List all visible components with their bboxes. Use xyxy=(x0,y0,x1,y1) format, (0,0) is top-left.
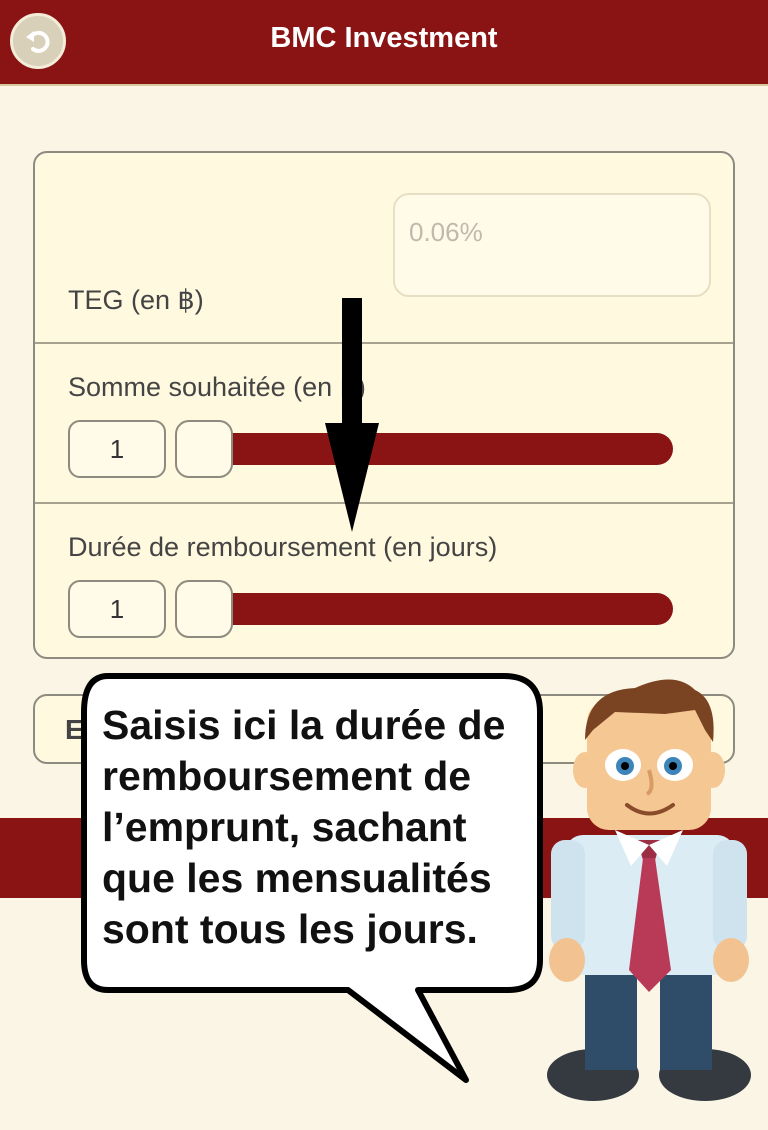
amount-slider-thumb[interactable] xyxy=(175,420,233,478)
duration-input[interactable]: 1 xyxy=(68,580,166,638)
app-header: BMC Investment xyxy=(0,0,768,86)
teg-field[interactable]: 0.06% xyxy=(393,193,711,297)
teg-row: 0.06% TEG (en ฿) xyxy=(35,153,733,344)
mascot-businessman xyxy=(547,679,751,1101)
app-title: BMC Investment xyxy=(270,22,498,54)
loan-form-card: 0.06% TEG (en ฿) Somme souhaitée (en ฿) … xyxy=(33,151,735,659)
duration-slider-thumb[interactable] xyxy=(175,580,233,638)
amount-slider-track[interactable] xyxy=(205,433,673,465)
teg-label: TEG (en ฿) xyxy=(68,285,204,315)
duration-label: Durée de remboursement (en jours) xyxy=(68,532,498,562)
tutorial-text: Saisis ici la durée de remboursement de … xyxy=(102,702,506,952)
duration-row: Durée de remboursement (en jours) 1 xyxy=(35,504,733,657)
duration-slider-track[interactable] xyxy=(205,593,673,625)
down-arrow-icon xyxy=(325,298,379,532)
amount-input[interactable]: 1 xyxy=(68,420,166,478)
amount-row: Somme souhaitée (en ฿) 1 xyxy=(35,344,733,504)
